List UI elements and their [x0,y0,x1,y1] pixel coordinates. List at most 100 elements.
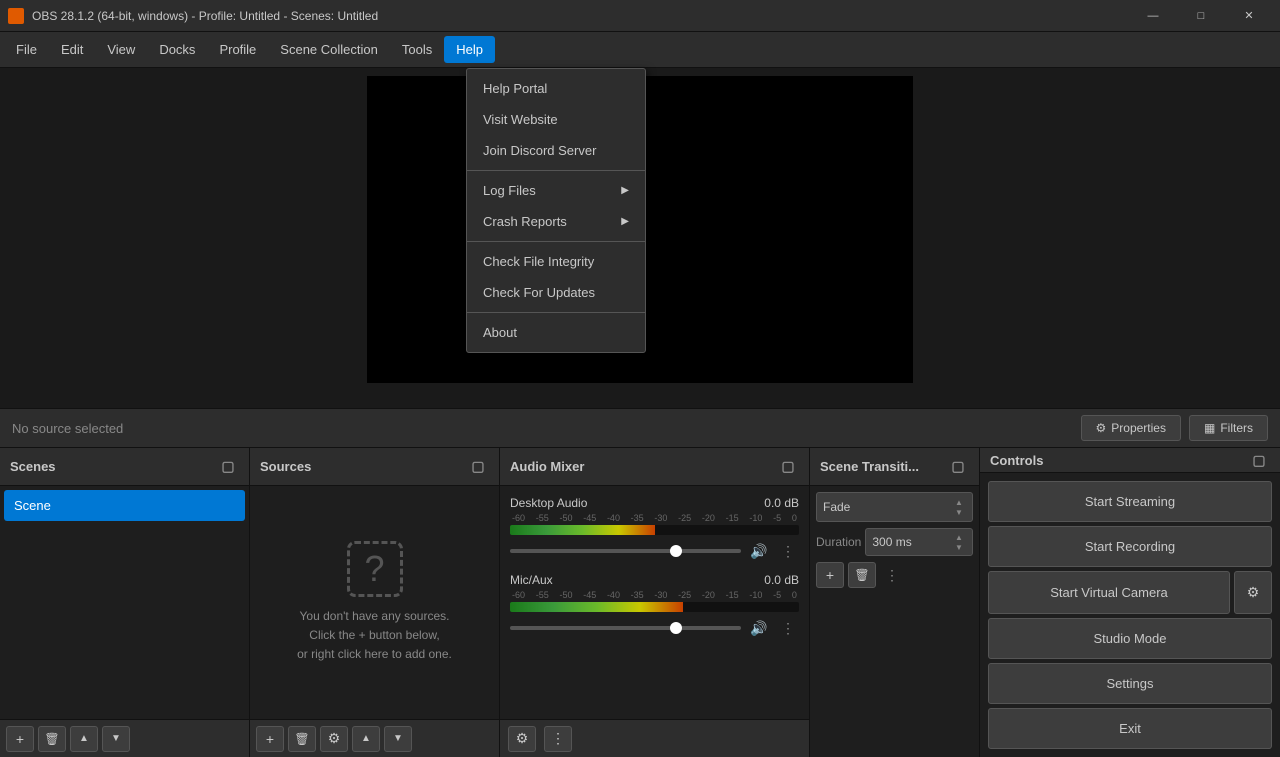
maximize-button[interactable]: □ [1178,0,1224,32]
desktop-mute-button[interactable]: 🔊 [747,539,771,563]
sources-add-button[interactable]: + [256,726,284,752]
mic-aux-track: Mic/Aux 0.0 dB -60 -55 -50 -45 -40 -35 -… [506,569,803,642]
desktop-audio-header: Desktop Audio 0.0 dB [510,496,799,510]
transition-duration-row: Duration 300 ms ▲ ▼ [816,528,973,556]
transitions-panel-header: Scene Transiti... ▢ [810,448,979,486]
mic-aux-meter [510,602,799,612]
transition-select[interactable]: Fade ▲ ▼ [816,492,973,522]
menu-visit-website[interactable]: Visit Website [467,104,645,135]
separator-1 [467,170,645,171]
menu-help[interactable]: Help [444,36,495,63]
sources-down-button[interactable]: ▼ [384,726,412,752]
sources-panel: Sources ▢ ? You don't have any sources. … [250,448,500,757]
log-files-arrow: ▶ [621,185,629,196]
plus-icon: + [16,731,24,747]
duration-spinbox[interactable]: 300 ms ▲ ▼ [865,528,973,556]
desktop-volume-slider[interactable] [510,549,741,553]
menu-about[interactable]: About [467,317,645,348]
transition-select-arrows: ▲ ▼ [952,497,966,517]
scenes-remove-button[interactable]: 🗑 [38,726,66,752]
controls-body: Start Streaming Start Recording Start Vi… [980,473,1280,757]
menubar: File Edit View Docks Profile Scene Colle… [0,32,1280,68]
scenes-collapse-btn[interactable]: ▢ [217,456,239,478]
menu-scene-collection[interactable]: Scene Collection [268,36,390,63]
close-button[interactable]: ✕ [1226,0,1272,32]
start-recording-button[interactable]: Start Recording [988,526,1272,567]
sources-empty-icon: ? [347,541,403,597]
sources-up-button[interactable]: ▲ [352,726,380,752]
audio-panel-footer: ⚙ ⋮ [500,719,809,757]
start-streaming-button[interactable]: Start Streaming [988,481,1272,522]
controls-panel: Controls ▢ Start Streaming Start Recordi… [980,448,1280,757]
transition-arrow-down[interactable]: ▼ [952,507,966,517]
mic-options-button[interactable]: ⋮ [777,617,799,639]
dots-icon: ⋮ [551,730,565,747]
mic-mute-button[interactable]: 🔊 [747,616,771,640]
audio-collapse-btn[interactable]: ▢ [777,456,799,478]
menu-file[interactable]: File [4,36,49,63]
crash-reports-arrow: ▶ [621,216,629,227]
audio-meter-scale: -60 -55 -50 -45 -40 -35 -30 -25 -20 -15 … [510,513,799,523]
audio-title: Audio Mixer [510,459,584,474]
mic-meter-fill [510,602,683,612]
scenes-panel: Scenes ▢ Scene + 🗑 ▲ ▼ [0,448,250,757]
mic-aux-name: Mic/Aux [510,573,553,587]
sources-settings-button[interactable]: ⚙ [320,726,348,752]
desktop-audio-meter [510,525,799,535]
transition-arrow-up[interactable]: ▲ [952,497,966,507]
menu-tools[interactable]: Tools [390,36,444,63]
menu-check-for-updates[interactable]: Check For Updates [467,277,645,308]
duration-down[interactable]: ▼ [952,542,966,552]
scenes-list: Scene [0,486,249,719]
menu-profile[interactable]: Profile [207,36,268,63]
transitions-collapse-btn[interactable]: ▢ [947,456,969,478]
scenes-up-button[interactable]: ▲ [70,726,98,752]
remove-transition-button[interactable]: 🗑 [848,562,876,588]
sources-body[interactable]: ? You don't have any sources. Click the … [250,486,499,719]
exit-button[interactable]: Exit [988,708,1272,749]
titlebar: OBS 28.1.2 (64-bit, windows) - Profile: … [0,0,1280,32]
controls-collapse-btn[interactable]: ▢ [1248,449,1270,471]
start-virtual-camera-button[interactable]: Start Virtual Camera [988,571,1230,614]
minimize-button[interactable]: — [1130,0,1176,32]
menu-log-files[interactable]: Log Files ▶ [467,175,645,206]
mic-aux-db: 0.0 dB [764,573,799,587]
transitions-panel: Scene Transiti... ▢ Fade ▲ ▼ Duration 30… [810,448,980,757]
scenes-add-button[interactable]: + [6,726,34,752]
menu-help-portal[interactable]: Help Portal [467,73,645,104]
settings-button[interactable]: Settings [988,663,1272,704]
studio-mode-button[interactable]: Studio Mode [988,618,1272,659]
filters-button[interactable]: ▦ Filters [1189,415,1268,441]
audio-menu-button[interactable]: ⋮ [544,726,572,752]
dots-icon: ⋮ [885,567,899,584]
menu-edit[interactable]: Edit [49,36,95,63]
transition-options-button[interactable]: ⋮ [880,562,904,588]
add-transition-button[interactable]: + [816,562,844,588]
gear-icon: ⚙ [516,730,529,747]
sources-collapse-btn[interactable]: ▢ [467,456,489,478]
desktop-audio-name: Desktop Audio [510,496,587,510]
virtual-camera-settings-button[interactable]: ⚙ [1234,571,1272,614]
menu-docks[interactable]: Docks [147,36,207,63]
scenes-footer: + 🗑 ▲ ▼ [0,719,249,757]
menu-view[interactable]: View [95,36,147,63]
audio-settings-button[interactable]: ⚙ [508,726,536,752]
down-icon: ▼ [111,733,121,744]
properties-button[interactable]: ⚙ Properties [1081,415,1181,441]
menu-crash-reports[interactable]: Crash Reports ▶ [467,206,645,237]
scenes-down-button[interactable]: ▼ [102,726,130,752]
menu-join-discord[interactable]: Join Discord Server [467,135,645,166]
virtual-camera-row: Start Virtual Camera ⚙ [988,571,1272,614]
sources-remove-button[interactable]: 🗑 [288,726,316,752]
scene-item[interactable]: Scene [4,490,245,521]
plus-icon: + [826,567,834,583]
duration-up[interactable]: ▲ [952,532,966,542]
sources-title: Sources [260,459,311,474]
sources-empty-text: You don't have any sources. Click the + … [297,607,452,665]
separator-2 [467,241,645,242]
menu-check-file-integrity[interactable]: Check File Integrity [467,246,645,277]
mic-volume-slider[interactable] [510,626,741,630]
gear-icon: ⚙ [328,730,341,747]
trash-icon: 🗑 [44,732,59,746]
desktop-options-button[interactable]: ⋮ [777,540,799,562]
